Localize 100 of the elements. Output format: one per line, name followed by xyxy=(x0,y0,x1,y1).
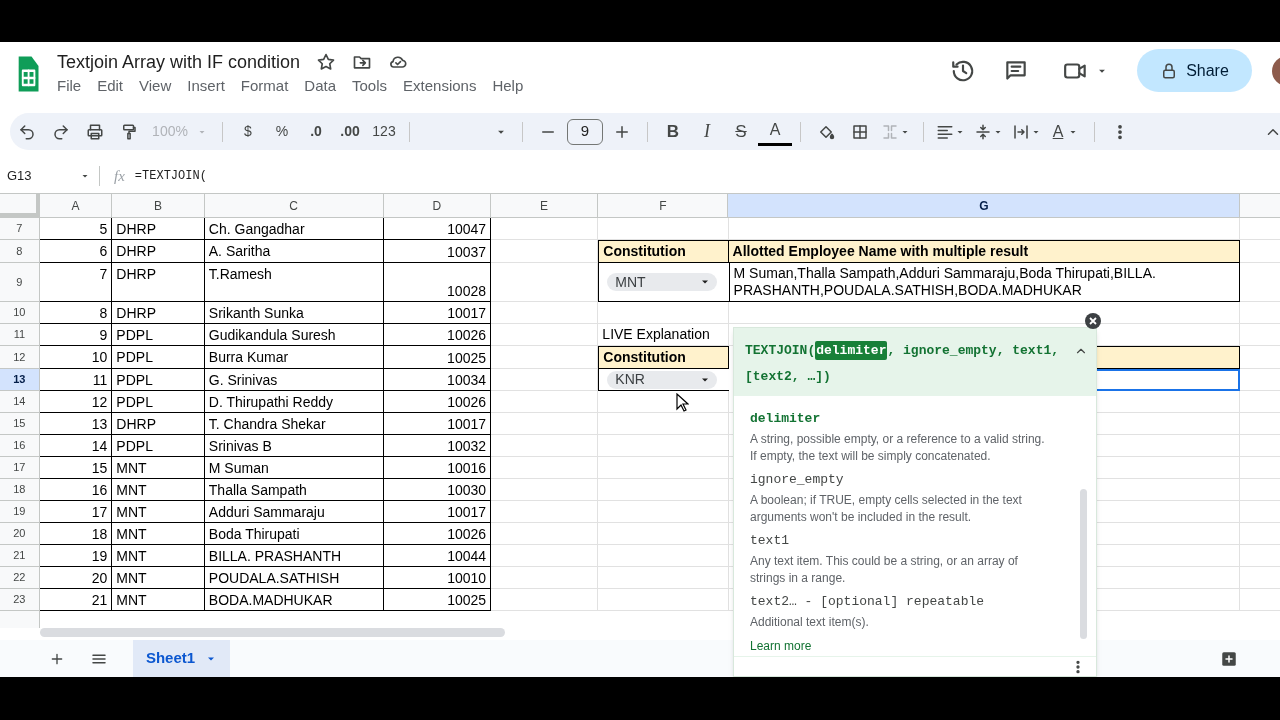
merge-cells-icon[interactable] xyxy=(881,122,899,141)
menu-item[interactable]: Edit xyxy=(97,76,124,96)
star-icon[interactable] xyxy=(316,52,337,72)
row-header[interactable]: 7 xyxy=(0,218,40,240)
text-wrap-icon[interactable] xyxy=(1012,122,1030,141)
table-cell: 17 xyxy=(39,501,113,523)
table-cell: 13 xyxy=(39,413,113,435)
table-cell: M Suman xyxy=(204,457,384,479)
undo-icon[interactable] xyxy=(18,122,36,141)
table-cell: 16 xyxy=(39,479,113,501)
format-button[interactable]: $ xyxy=(231,117,265,146)
table-cell: 10034 xyxy=(383,369,492,391)
table-cell: 5 xyxy=(39,218,113,240)
increase-decimal-button[interactable]: .00 xyxy=(333,117,367,146)
table-cell: DHRP xyxy=(112,218,205,240)
parameter-description: Any text item. This could be a string, or an array of strings in a range. xyxy=(750,553,1019,587)
menu-item[interactable]: Insert xyxy=(187,76,225,96)
table-cell: D. Thirupathi Reddy xyxy=(204,391,384,413)
menu-item[interactable]: View xyxy=(139,76,172,96)
parameter-name: text1 xyxy=(750,532,790,550)
close-icon[interactable] xyxy=(1085,313,1101,329)
table-cell: Constitution xyxy=(598,240,729,263)
table-cell: 15 xyxy=(39,457,113,479)
format-button[interactable]: % xyxy=(265,117,299,146)
table-cell: 10037 xyxy=(383,240,492,263)
table-cell: POUDALA.SATHISH xyxy=(204,567,384,589)
format-button[interactable]: 123 xyxy=(367,117,401,146)
borders-icon[interactable] xyxy=(851,122,869,141)
row-header[interactable]: 21 xyxy=(0,545,40,567)
table-cell: 10025 xyxy=(383,346,492,369)
function-signature: TEXTJOIN(delimiter, ignore_empty, text1, [text2, …]) xyxy=(745,340,1061,386)
menu-item[interactable]: Format xyxy=(240,76,289,96)
row-header[interactable]: 19 xyxy=(0,501,40,523)
table-cell: Thalla Sampath xyxy=(204,479,384,501)
table-cell: DHRP xyxy=(112,263,205,302)
menu-item[interactable]: File xyxy=(57,76,82,96)
menu-item[interactable]: Tools xyxy=(352,76,388,96)
row-header[interactable]: 23 xyxy=(0,589,40,611)
bold-button[interactable]: B xyxy=(656,117,690,146)
table-cell: Srikanth Sunka xyxy=(204,302,384,324)
font-size-field[interactable]: 9 xyxy=(567,118,603,145)
row-header[interactable]: 9 xyxy=(0,263,40,302)
share-button[interactable]: Share xyxy=(1137,49,1252,92)
sheet-tab[interactable]: Sheet1 xyxy=(133,640,230,677)
parameter-description: A string, possible empty, or a reference to a valid string. If empty, the text will be simply concatenated. xyxy=(750,431,1046,465)
paint-roller-icon[interactable] xyxy=(120,122,138,141)
table-cell: T.Ramesh xyxy=(204,263,384,302)
print-icon[interactable] xyxy=(86,122,104,141)
row-header[interactable]: 11 xyxy=(0,324,40,346)
row-header[interactable]: 13 xyxy=(0,369,40,391)
row-header[interactable]: 15 xyxy=(0,413,40,435)
redo-icon[interactable] xyxy=(52,122,70,141)
horizontal-scrollbar[interactable] xyxy=(40,628,505,637)
table-cell: 10032 xyxy=(383,435,492,457)
vertical-align-icon[interactable] xyxy=(974,122,992,141)
row-header[interactable]: 22 xyxy=(0,567,40,589)
row-header[interactable]: 14 xyxy=(0,391,40,413)
table-cell: 10026 xyxy=(383,324,492,346)
parameter-description: Additional text item(s). xyxy=(750,614,870,631)
row-header[interactable]: 20 xyxy=(0,523,40,545)
table-cell: MNT xyxy=(112,567,205,589)
text-color-button[interactable]: A xyxy=(758,117,792,146)
row-header[interactable]: 8 xyxy=(0,240,40,263)
scrollbar[interactable] xyxy=(1080,489,1087,639)
strikethrough-button[interactable]: S xyxy=(724,117,758,146)
row-header[interactable]: 18 xyxy=(0,479,40,501)
table-cell: MNT xyxy=(112,501,205,523)
table-cell: 19 xyxy=(39,545,113,567)
fx-icon: fx xyxy=(114,164,125,188)
row-header[interactable]: 12 xyxy=(0,346,40,369)
table-cell: 8 xyxy=(39,302,113,324)
menu-item[interactable]: Help xyxy=(492,76,524,96)
dropdown-chip[interactable]: KNR xyxy=(607,370,718,389)
table-cell: 10030 xyxy=(383,479,492,501)
table-cell: 9 xyxy=(39,324,113,346)
table-cell: PDPL xyxy=(112,435,205,457)
italic-button[interactable]: I xyxy=(690,117,724,146)
table-cell: 10047 xyxy=(383,218,492,240)
document-title[interactable]: Textjoin Array with IF condition xyxy=(57,51,301,73)
menu-item[interactable]: Extensions xyxy=(403,76,477,96)
table-cell: 10026 xyxy=(383,523,492,545)
table-cell: DHRP xyxy=(112,413,205,435)
learn-more-link[interactable]: Learn more xyxy=(750,637,1052,655)
table-cell: 20 xyxy=(39,567,113,589)
decrease-decimal-button[interactable]: .0 xyxy=(299,117,333,146)
table-cell: BODA.MADHUKAR xyxy=(204,589,384,611)
table-cell: Srinivas B xyxy=(204,435,384,457)
row-header[interactable]: 16 xyxy=(0,435,40,457)
text-rotation-button[interactable]: A xyxy=(1046,117,1086,146)
formula-input[interactable]: =TEXTJOIN( xyxy=(134,167,207,185)
menu-item[interactable]: Data xyxy=(304,76,336,96)
column-header[interactable]: G xyxy=(728,194,1241,217)
name-box[interactable]: G13 xyxy=(0,166,100,186)
table-cell: Allotted Employee Name with multiple result xyxy=(728,240,1241,263)
row-header[interactable]: 10 xyxy=(0,302,40,324)
dropdown-chip[interactable]: MNT xyxy=(607,273,718,291)
table-cell: Adduri Sammaraju xyxy=(204,501,384,523)
table-cell: PDPL xyxy=(112,324,205,346)
table-cell: MNT xyxy=(112,589,205,611)
row-header[interactable]: 17 xyxy=(0,457,40,479)
